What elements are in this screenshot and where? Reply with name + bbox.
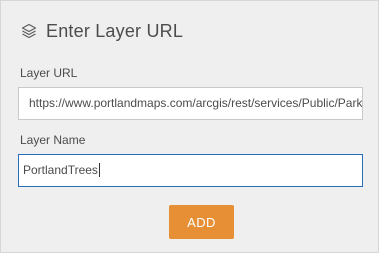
layer-name-value: PortlandTrees (23, 163, 98, 177)
text-caret (98, 163, 100, 177)
layers-icon (19, 21, 39, 41)
enter-layer-url-panel: Enter Layer URL Layer URL https://www.po… (0, 0, 379, 253)
panel-header: Enter Layer URL (19, 18, 183, 44)
add-button[interactable]: ADD (169, 205, 234, 239)
layer-url-label: Layer URL (20, 66, 78, 80)
layer-url-input[interactable]: https://www.portlandmaps.com/arcgis/rest… (18, 87, 363, 120)
layer-name-label: Layer Name (20, 133, 86, 147)
layer-name-input[interactable]: PortlandTrees (18, 154, 363, 187)
panel-title: Enter Layer URL (46, 20, 184, 41)
